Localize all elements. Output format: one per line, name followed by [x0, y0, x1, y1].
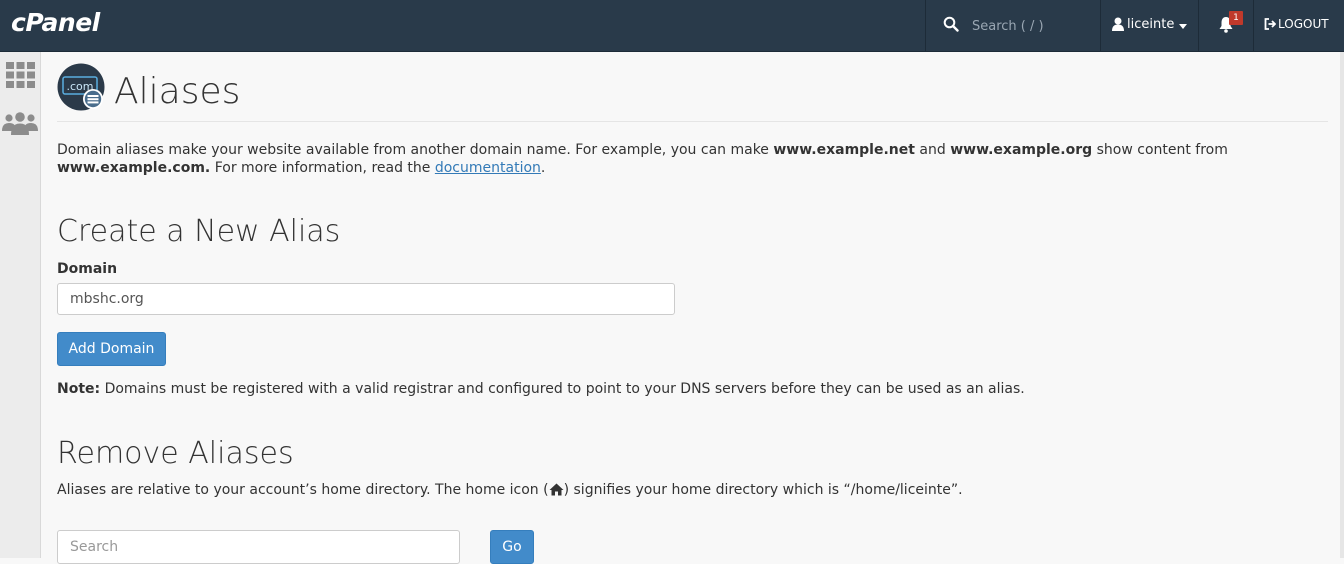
domain-input[interactable]: [57, 283, 675, 315]
documentation-link[interactable]: documentation: [435, 160, 541, 176]
scrollbar-track[interactable]: [1340, 52, 1344, 558]
note-text: Domains must be registered with a valid …: [100, 381, 1025, 397]
grid-icon[interactable]: [6, 62, 35, 88]
remove-aliases-heading: Remove Aliases: [57, 436, 294, 471]
global-search: [925, 0, 1101, 51]
logout-label: LOGOUT: [1278, 17, 1329, 31]
page-description: Domain aliases make your website availab…: [57, 141, 1332, 177]
left-sidebar: [0, 52, 41, 558]
users-icon[interactable]: [2, 111, 38, 135]
add-domain-button[interactable]: Add Domain: [57, 332, 166, 366]
logout-link[interactable]: LOGOUT: [1264, 17, 1329, 31]
global-search-input[interactable]: [970, 14, 1094, 38]
user-icon: [1112, 17, 1124, 31]
note-label: Note:: [57, 381, 101, 397]
intro-text-2: and: [914, 142, 951, 158]
intro-text-3: show content from: [1092, 142, 1228, 158]
remove-aliases-description: Aliases are relative to your account’s h…: [57, 482, 963, 498]
title-divider: [57, 121, 1328, 122]
remove-desc-text-1: Aliases are relative to your account’s h…: [57, 482, 549, 498]
user-menu[interactable]: liceinte: [1100, 0, 1199, 51]
create-alias-heading: Create a New Alias: [57, 214, 341, 249]
search-icon: [943, 16, 959, 32]
chevron-down-icon: [1179, 24, 1187, 29]
intro-text-5: .: [540, 160, 546, 176]
aliases-icon: .com: [57, 63, 105, 111]
notifications-button[interactable]: 1: [1199, 0, 1254, 51]
alias-search-input[interactable]: [57, 530, 460, 564]
go-button[interactable]: Go: [490, 530, 534, 564]
intro-example-com: www.example.com.: [57, 160, 211, 176]
registrar-note: Note: Domains must be registered with a …: [57, 381, 1025, 397]
username-label: liceinte: [1127, 17, 1175, 32]
remove-desc-text-2: ) signifies your home directory which is…: [563, 482, 963, 498]
domain-label: Domain: [57, 261, 118, 277]
intro-example-org: www.example.org: [950, 142, 1093, 158]
home-icon: [549, 483, 564, 496]
page-title: Aliases: [114, 71, 241, 112]
intro-text-4: For more information, read the: [210, 160, 435, 176]
intro-example-net: www.example.net: [773, 142, 915, 158]
intro-text-1: Domain aliases make your website availab…: [57, 142, 774, 158]
logout-icon: [1264, 18, 1277, 30]
cpanel-logo[interactable]: cPanel: [11, 8, 100, 37]
notification-badge: 1: [1229, 11, 1243, 25]
top-navbar: cPanel liceinte 1 LOGOUT: [0, 0, 1344, 52]
